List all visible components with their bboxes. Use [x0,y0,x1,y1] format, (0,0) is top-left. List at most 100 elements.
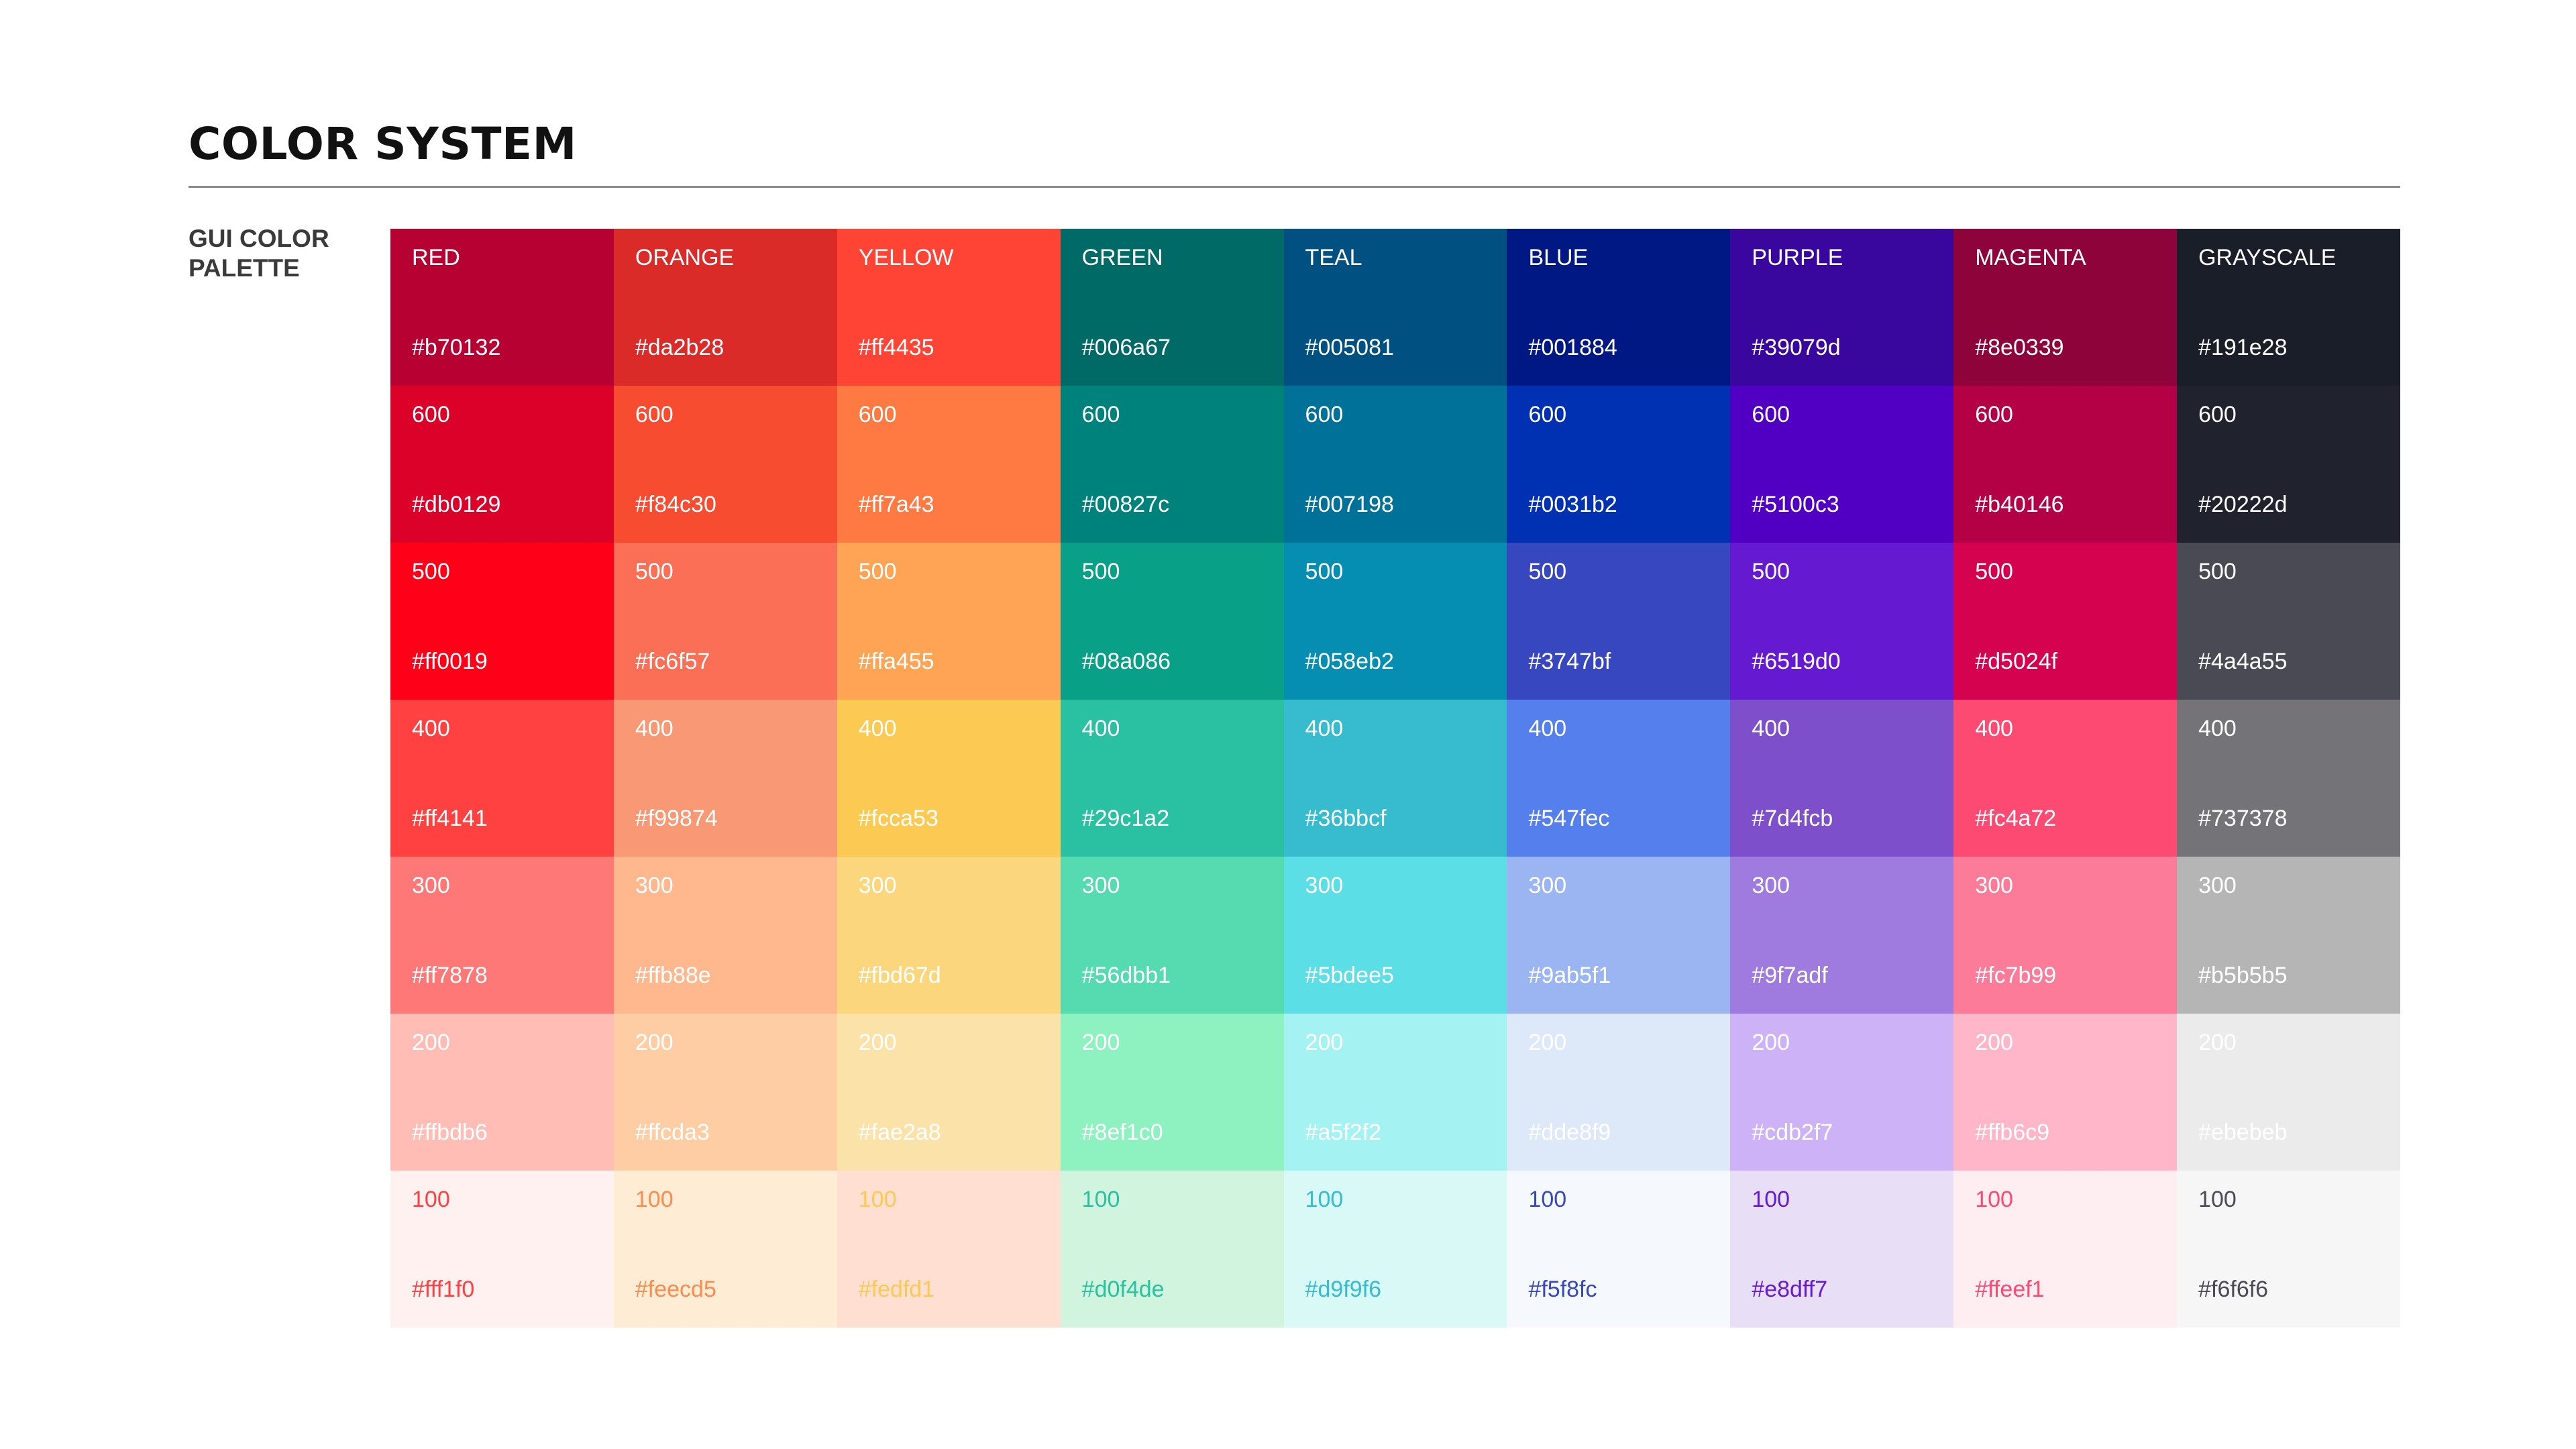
hex-code: #9f7adf [1752,963,1828,988]
hex-code: #ffcda3 [635,1120,710,1145]
shade-label: 300 [1305,873,1344,898]
hex-code: #29c1a2 [1081,806,1170,831]
color-swatch: 500 #6519d0 [1730,543,1954,700]
hex-code: #737378 [2198,806,2288,831]
shade-label: 200 [1975,1030,2013,1055]
shade-label: 100 [1975,1187,2013,1212]
hex-code: #fc6f57 [635,649,710,674]
color-swatch: YELLOW #ff4435 [837,229,1061,386]
color-family-name: YELLOW [858,245,954,270]
hex-code: #ffeef1 [1975,1277,2045,1302]
color-family-name: GRAYSCALE [2198,245,2337,270]
color-family-name: RED [412,245,460,270]
shade-label: 300 [635,873,674,898]
color-swatch: 200 #ffbdb6 [390,1014,614,1171]
hex-code: #0031b2 [1528,492,1617,517]
shade-label: 200 [1752,1030,1790,1055]
color-family-name: TEAL [1305,245,1362,270]
color-swatch: 300 #b5b5b5 [2177,857,2400,1014]
hex-code: #191e28 [2198,335,2288,360]
shade-label: 400 [1752,716,1790,741]
color-swatch: 300 #ff7878 [390,857,614,1014]
color-swatch: 200 #a5f2f2 [1283,1014,1507,1171]
shade-label: 500 [635,559,674,584]
shade-label: 500 [858,559,897,584]
hex-code: #007198 [1305,492,1394,517]
color-swatch: 300 #9f7adf [1730,857,1954,1014]
hex-code: #f6f6f6 [2198,1277,2269,1302]
color-swatch: 100 #f5f8fc [1507,1171,1731,1328]
shade-label: 400 [1081,716,1120,741]
shade-label: 600 [1975,402,2013,427]
shade-label: 200 [858,1030,897,1055]
hex-code: #feecd5 [635,1277,716,1302]
color-swatch: 100 #fff1f0 [390,1171,614,1328]
color-swatch: 400 #ff4141 [390,700,614,857]
color-swatch: 600 #00827c [1060,386,1284,543]
hex-code: #39079d [1752,335,1841,360]
color-swatch: 200 #8ef1c0 [1060,1014,1284,1171]
hex-code: #d0f4de [1081,1277,1165,1302]
shade-label: 400 [2198,716,2237,741]
color-swatch: 200 #ebebeb [2177,1014,2400,1171]
shade-label: 100 [1752,1187,1790,1212]
color-family-name: ORANGE [635,245,735,270]
color-swatch: 300 #9ab5f1 [1507,857,1731,1014]
shade-label: 600 [412,402,450,427]
color-family-name: PURPLE [1752,245,1843,270]
hex-code: #36bbcf [1305,806,1387,831]
color-swatch: 600 #db0129 [390,386,614,543]
shade-label: 200 [1528,1030,1567,1055]
color-swatch: 200 #cdb2f7 [1730,1014,1954,1171]
hex-code: #20222d [2198,492,2288,517]
hex-code: #547fec [1528,806,1610,831]
hex-code: #b5b5b5 [2198,963,2288,988]
color-swatch: 500 #058eb2 [1283,543,1507,700]
shade-label: 300 [1528,873,1567,898]
color-swatch: 500 #3747bf [1507,543,1731,700]
hex-code: #56dbb1 [1081,963,1171,988]
shade-label: 600 [1752,402,1790,427]
shade-label: 200 [2198,1030,2237,1055]
color-swatch: 600 #007198 [1283,386,1507,543]
hex-code: #dde8f9 [1528,1120,1611,1145]
color-swatch: 300 #56dbb1 [1060,857,1284,1014]
color-swatch: RED #b70132 [390,229,614,386]
shade-label: 600 [858,402,897,427]
color-swatch: 400 #f99874 [613,700,837,857]
hex-code: #fc7b99 [1975,963,2057,988]
shade-label: 500 [1081,559,1120,584]
hex-code: #f84c30 [635,492,716,517]
hex-code: #fff1f0 [412,1277,475,1302]
shade-label: 100 [1528,1187,1567,1212]
hex-code: #ff4141 [412,806,488,831]
shade-label: 200 [635,1030,674,1055]
hex-code: #db0129 [412,492,501,517]
hex-code: #3747bf [1528,649,1611,674]
shade-label: 300 [1975,873,2013,898]
hex-code: #fcca53 [858,806,938,831]
shade-label: 400 [635,716,674,741]
color-swatch: 100 #fedfd1 [837,1171,1061,1328]
hex-code: #006a67 [1081,335,1171,360]
hex-code: #b70132 [412,335,501,360]
shade-label: 600 [1305,402,1344,427]
hex-code: #ff0019 [412,649,488,674]
palette-column-teal: TEAL #005081 600 #007198 500 #058eb2 400 #36bbc… [1283,229,1507,1328]
color-swatch: 100 #d0f4de [1060,1171,1284,1328]
hex-code: #5bdee5 [1305,963,1394,988]
shade-label: 100 [2198,1187,2237,1212]
title-divider [189,186,2400,188]
hex-code: #f5f8fc [1528,1277,1597,1302]
color-swatch: 200 #dde8f9 [1507,1014,1731,1171]
hex-code: #ffa455 [858,649,934,674]
palette-column-purple: PURPLE #39079d 600 #5100c3 500 #6519d0 400 #7d4… [1730,229,1954,1328]
shade-label: 500 [412,559,450,584]
shade-label: 200 [1305,1030,1344,1055]
color-family-name: BLUE [1528,245,1589,270]
hex-code: #8ef1c0 [1081,1120,1163,1145]
shade-label: 200 [1081,1030,1120,1055]
color-swatch: BLUE #001884 [1507,229,1731,386]
page-title: COLOR SYSTEM [189,118,577,170]
color-swatch: 400 #36bbcf [1283,700,1507,857]
